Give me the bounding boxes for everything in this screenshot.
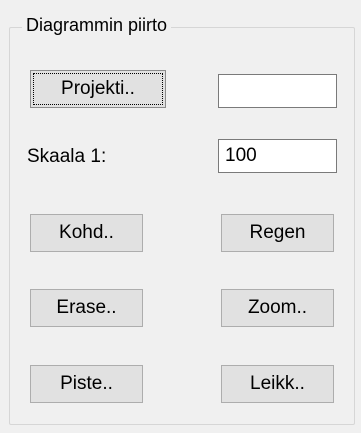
groupbox-title: Diagrammin piirto — [22, 14, 172, 36]
erase-button[interactable]: Erase.. — [30, 289, 143, 327]
zoom-button[interactable]: Zoom.. — [221, 289, 334, 327]
regen-button[interactable]: Regen — [221, 214, 334, 252]
diagram-panel: Diagrammin piirto Projekti.. Skaala 1: 1… — [0, 0, 361, 433]
project-textbox[interactable] — [218, 74, 337, 108]
piste-button[interactable]: Piste.. — [30, 365, 143, 403]
kohd-button[interactable]: Kohd.. — [30, 214, 143, 252]
leikk-button[interactable]: Leikk.. — [221, 365, 334, 403]
scale-label: Skaala 1: — [27, 146, 107, 167]
projekti-button[interactable]: Projekti.. — [30, 70, 166, 108]
scale-textbox[interactable]: 100 — [218, 139, 337, 173]
